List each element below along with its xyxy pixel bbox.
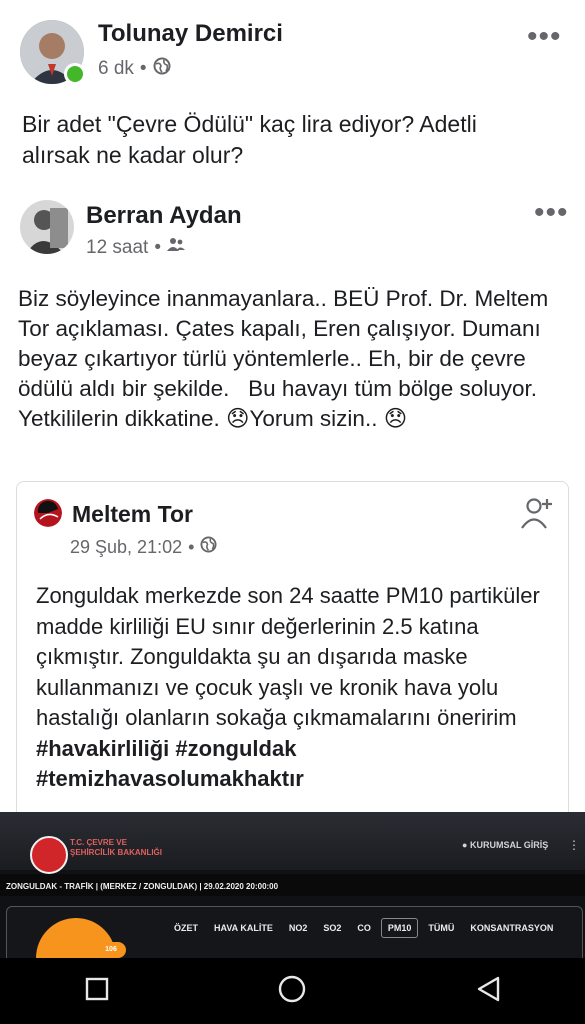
kurumsal-giris-link[interactable]: ● KURUMSAL GİRİŞ (462, 840, 548, 850)
friends-icon (166, 237, 185, 259)
hashtag-havakirliligi[interactable]: #havakirliliği (36, 736, 169, 761)
post-text: Bir adet "Çevre Ödülü" kaç lira ediyor? … (22, 111, 477, 168)
shared-meta: 12 saat • (86, 237, 185, 259)
tab-hava-kalite[interactable]: HAVA KALİTE (208, 919, 279, 937)
post-meta: 6 dk • (98, 57, 171, 81)
embedded-photo[interactable]: T.C. ÇEVRE VE ŞEHİRCİLİK BAKANLIĞI ● KUR… (0, 812, 585, 958)
aqi-badge: 106 (96, 942, 126, 958)
station-info: ZONGULDAK - TRAFİK | (MERKEZ / ZONGULDAK… (6, 882, 279, 891)
user-icon: ● (462, 840, 468, 850)
tab-pm10[interactable]: PM10 (380, 918, 419, 938)
shared-text: Biz söyleyince inanmayanlara.. BEÜ Prof.… (18, 286, 555, 431)
shared-more-options-button[interactable]: ••• (534, 198, 569, 228)
inner-time[interactable]: 29 Şub, 21:02 (70, 537, 182, 558)
add-friend-icon[interactable] (518, 495, 554, 536)
globe-icon (153, 57, 171, 81)
data-tabs: ÖZET HAVA KALİTE NO2 SO2 CO PM10 TÜMÜ KO… (168, 916, 568, 940)
home-button[interactable] (277, 974, 307, 1009)
ministry-name-line1: T.C. ÇEVRE VE (70, 838, 127, 847)
tab-konsantrasyon[interactable]: KONSANTRASYON (464, 919, 559, 937)
inner-author-avatar[interactable] (34, 499, 62, 527)
tab-ozet[interactable]: ÖZET (168, 919, 204, 937)
inner-text: Zonguldak merkezde son 24 saatte PM10 pa… (36, 581, 546, 795)
hashtag-temizhavasolumakhaktir[interactable]: #temizhavasolumakhaktır (36, 766, 304, 791)
shared-author-avatar[interactable] (20, 200, 74, 254)
recents-button[interactable] (84, 976, 110, 1007)
shared-author-name[interactable]: Berran Aydan (86, 202, 242, 230)
hashtag-zonguldak[interactable]: #zonguldak (175, 736, 296, 761)
post-more-options-button[interactable]: ••• (527, 22, 562, 52)
post-time[interactable]: 6 dk (98, 58, 134, 80)
globe-icon (200, 536, 217, 558)
tab-so2[interactable]: SO2 (317, 919, 347, 937)
post-author-name[interactable]: Tolunay Demirci (98, 20, 283, 48)
ministry-name-line2: ŞEHİRCİLİK BAKANLIĞI (70, 848, 162, 857)
online-indicator (64, 63, 86, 85)
back-button[interactable] (474, 975, 502, 1008)
tab-co[interactable]: CO (351, 919, 377, 937)
inner-body: Zonguldak merkezde son 24 saatte PM10 pa… (36, 583, 540, 730)
shared-time[interactable]: 12 saat (86, 237, 148, 259)
tab-no2[interactable]: NO2 (283, 919, 314, 937)
tab-tumu[interactable]: TÜMÜ (422, 919, 460, 937)
ministry-logo-icon (30, 836, 68, 874)
menu-icon[interactable]: ⋮ (568, 838, 580, 852)
inner-author-name[interactable]: Meltem Tor (72, 501, 193, 528)
android-nav-bar (0, 958, 585, 1024)
inner-meta: 29 Şub, 21:02 • (70, 536, 217, 558)
